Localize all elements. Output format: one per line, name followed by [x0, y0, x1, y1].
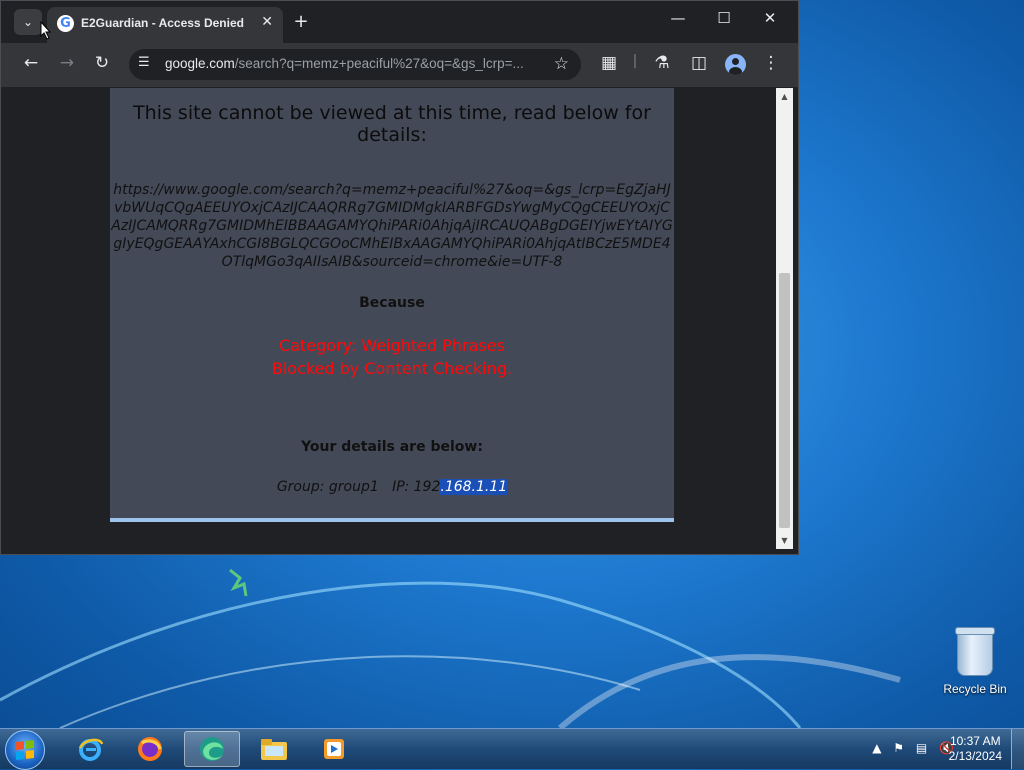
recycle-bin-icon: [955, 627, 995, 676]
scroll-down-arrow-icon[interactable]: ▼: [776, 532, 793, 549]
browser-toolbar: ← → ↻ ☰ google.com/search?q=memz+peacifu…: [1, 43, 798, 87]
maximize-button[interactable]: ☐: [709, 9, 739, 27]
scroll-thumb[interactable]: [779, 273, 790, 528]
back-button[interactable]: ←: [19, 53, 43, 73]
new-tab-button[interactable]: +: [291, 11, 311, 32]
scroll-up-arrow-icon[interactable]: ▲: [776, 88, 793, 105]
side-panel-icon[interactable]: ◫: [687, 53, 711, 73]
google-favicon-icon: G: [57, 15, 74, 32]
url-path: /search?q=memz+peaciful%27&oq=&gs_lcrp=.…: [234, 56, 524, 71]
tab-title: E2Guardian - Access Denied: [81, 16, 244, 30]
page-title: This site cannot be viewed at this time,…: [133, 102, 651, 146]
action-center-flag-icon[interactable]: ⚑: [893, 741, 904, 755]
category-text: Category: Weighted Phrases: [279, 336, 505, 355]
edge-browser-icon[interactable]: [184, 731, 240, 767]
start-button[interactable]: [5, 730, 45, 770]
block-reason: Category: Weighted Phrases Blocked by Co…: [110, 334, 674, 380]
blocked-url: https://www.google.com/search?q=memz+pea…: [111, 182, 673, 270]
page-viewport: This site cannot be viewed at this time,…: [8, 88, 776, 549]
mouse-cursor-icon: [40, 21, 52, 40]
file-explorer-icon[interactable]: [246, 731, 302, 767]
show-hidden-icons-icon[interactable]: ▲: [872, 741, 881, 755]
address-bar[interactable]: ☰ google.com/search?q=memz+peaciful%27&o…: [129, 49, 581, 80]
minimize-button[interactable]: —: [663, 9, 693, 27]
ip-selected-text: .168.1.11: [440, 479, 508, 495]
forward-button[interactable]: →: [55, 53, 79, 73]
ip-text: IP: 192: [392, 479, 441, 495]
menu-kebab-icon[interactable]: ⋮: [759, 53, 783, 73]
close-window-button[interactable]: ✕: [755, 9, 785, 27]
internet-explorer-icon[interactable]: [62, 731, 118, 767]
browser-window: ⌄ G E2Guardian - Access Denied ✕ + — ☐ ✕…: [0, 0, 799, 555]
system-tray: ▲ ⚑ ▤ 🔇: [872, 741, 954, 755]
because-label: Because: [359, 295, 425, 311]
windows-logo-icon: [16, 740, 34, 760]
recycle-bin[interactable]: Recycle Bin: [940, 627, 1010, 696]
details-heading: Your details are below:: [301, 439, 483, 455]
group-text: Group: group1: [276, 479, 379, 495]
vertical-scrollbar[interactable]: ▲ ▼: [776, 88, 793, 549]
block-page-panel: This site cannot be viewed at this time,…: [110, 88, 674, 522]
chevron-down-icon: ⌄: [22, 15, 34, 29]
media-player-icon[interactable]: [306, 731, 362, 767]
site-info-icon[interactable]: ☰: [138, 55, 150, 70]
labs-flask-icon[interactable]: ⚗: [650, 53, 674, 73]
profile-avatar-icon[interactable]: [725, 54, 746, 75]
clock-time: 10:37 AM: [949, 734, 1001, 748]
active-tab[interactable]: G E2Guardian - Access Denied ✕: [47, 7, 283, 43]
clock[interactable]: 10:37 AM 2/13/2024: [949, 734, 1002, 764]
network-icon[interactable]: ▤: [916, 741, 927, 755]
firefox-icon[interactable]: [122, 731, 178, 767]
clock-date: 2/13/2024: [948, 749, 1002, 763]
tab-close-icon[interactable]: ✕: [261, 14, 273, 30]
title-bar[interactable]: ⌄ G E2Guardian - Access Denied ✕ + — ☐ ✕: [1, 1, 798, 43]
bookmark-star-icon[interactable]: ☆: [554, 54, 569, 74]
taskbar: ▲ ⚑ ▤ 🔇 10:37 AM 2/13/2024: [0, 728, 1024, 770]
extensions-icon[interactable]: ▦: [597, 53, 621, 73]
url-host: google.com: [165, 56, 235, 71]
url-text[interactable]: google.com/search?q=memz+peaciful%27&oq=…: [165, 56, 524, 71]
recycle-bin-label: Recycle Bin: [943, 682, 1007, 696]
tab-search-button[interactable]: ⌄: [14, 9, 42, 35]
toolbar-divider: |: [632, 53, 638, 69]
user-details: Group: group1 IP: 192.168.1.11: [110, 479, 674, 495]
reload-button[interactable]: ↻: [90, 53, 114, 73]
show-desktop-button[interactable]: [1011, 729, 1024, 769]
blocked-by-text: Blocked by Content Checking.: [271, 359, 513, 378]
